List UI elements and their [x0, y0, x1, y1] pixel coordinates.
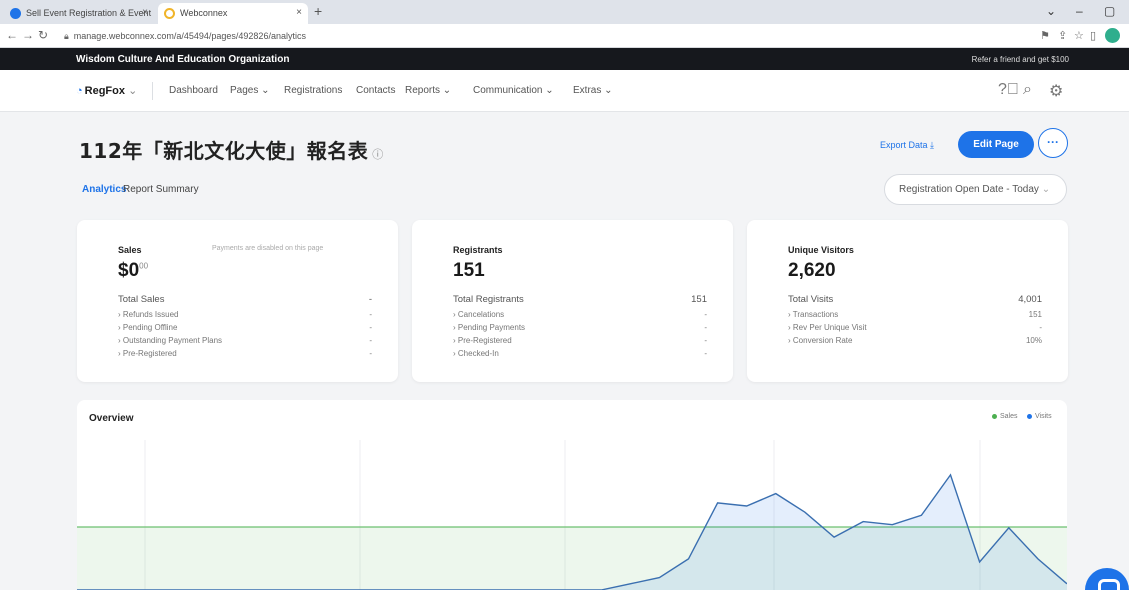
total-registrants-row: Total Registrants 151: [453, 294, 707, 305]
registrants-card: Registrants 151 Total Registrants 151 › C…: [412, 220, 733, 382]
bookmark-star-icon[interactable]: ☆: [1074, 29, 1084, 42]
refer-link[interactable]: Refer a friend and get $100: [972, 55, 1069, 64]
profile-avatar[interactable]: [1105, 28, 1120, 43]
card-title: Registrants: [453, 245, 503, 255]
list-item: › Pre-Registered -: [453, 336, 707, 345]
list-item: › Transactions 151: [788, 310, 1042, 319]
gear-icon[interactable]: ⚙: [1049, 81, 1063, 101]
url-field[interactable]: 🔒︎ manage.webconnex.com/a/45494/pages/492…: [64, 28, 1044, 44]
list-item: › Pending Payments -: [453, 323, 707, 332]
nav-reports[interactable]: Reports ⌄: [405, 85, 451, 96]
overview-chart: [77, 440, 1067, 590]
list-item: › Pre-Registered -: [118, 349, 372, 358]
nav-pages[interactable]: Pages ⌄: [230, 85, 270, 96]
nav-contacts[interactable]: Contacts: [356, 85, 395, 96]
chat-button[interactable]: [1085, 568, 1129, 590]
list-item: › Checked-In -: [453, 349, 707, 358]
back-icon[interactable]: ←: [6, 28, 18, 42]
close-icon[interactable]: ×: [142, 7, 148, 18]
legend-visits[interactable]: Visits: [1027, 413, 1052, 420]
browser-tab[interactable]: Sell Event Registration & Event ... ×: [4, 3, 154, 24]
tab-search-icon[interactable]: ⌄: [1046, 4, 1056, 18]
legend-dot: [992, 413, 997, 419]
list-item: › Outstanding Payment Plans -: [118, 336, 372, 345]
main-nav: ◔ RegFox ⌄ Dashboard Pages ⌄ Registration…: [0, 70, 1129, 112]
chevron-down-icon: ⌄: [128, 85, 138, 97]
nav-dashboard[interactable]: Dashboard: [169, 85, 218, 96]
overview-chart-card: Overview Sales Visits: [77, 400, 1067, 590]
lock-icon: 🔒︎: [64, 31, 69, 41]
sidebar-icon[interactable]: ▯: [1090, 29, 1096, 42]
card-value: $000: [118, 260, 149, 281]
sales-card: Sales Payments are disabled on this page…: [77, 220, 398, 382]
reload-icon[interactable]: ↻: [38, 28, 48, 42]
more-options-button[interactable]: ···: [1038, 128, 1068, 158]
chevron-down-icon: ⌄: [1041, 184, 1051, 195]
chevron-down-icon: ⌄: [604, 85, 613, 96]
maximize-icon[interactable]: ▢: [1104, 4, 1115, 18]
unique-visitors-card: Unique Visitors 2,620 Total Visits 4,001 …: [747, 220, 1068, 382]
search-icon[interactable]: ⌕: [1023, 81, 1032, 99]
close-icon[interactable]: ×: [296, 7, 302, 18]
new-tab-button[interactable]: +: [314, 3, 322, 19]
card-note: Payments are disabled on this page: [212, 245, 324, 252]
download-icon: ⤓: [930, 140, 935, 150]
tab-analytics[interactable]: Analytics: [82, 184, 126, 195]
total-visits-row: Total Visits 4,001: [788, 294, 1042, 305]
regfox-logo-icon: ◔: [76, 85, 83, 97]
list-item: › Refunds Issued -: [118, 310, 372, 319]
browser-tab-active[interactable]: Webconnex ×: [158, 3, 308, 24]
legend-sales[interactable]: Sales: [992, 413, 1018, 420]
card-value: 151: [453, 260, 485, 281]
regfox-favicon-icon: [10, 8, 21, 19]
share-icon[interactable]: ⇪: [1058, 29, 1067, 42]
total-sales-row: Total Sales -: [118, 294, 372, 305]
tab-label: Sell Event Registration & Event ...: [26, 8, 154, 18]
logo-text: RegFox: [84, 85, 125, 97]
list-item: › Rev Per Unique Visit -: [788, 323, 1042, 332]
nav-divider: [152, 82, 153, 100]
loading-favicon-icon: [164, 8, 175, 19]
org-name[interactable]: Wisdom Culture And Education Organizatio…: [76, 54, 289, 65]
list-item: › Pending Offline -: [118, 323, 372, 332]
edit-page-button[interactable]: Edit Page: [958, 131, 1034, 158]
date-range-select[interactable]: Registration Open Date - Today ⌄: [884, 174, 1067, 205]
tab-report-summary[interactable]: Report Summary: [123, 184, 199, 195]
legend-dot: [1027, 413, 1032, 419]
org-bar: Wisdom Culture And Education Organizatio…: [0, 48, 1129, 70]
chevron-down-icon: ⌄: [545, 85, 554, 96]
nav-registrations[interactable]: Registrations: [284, 85, 342, 96]
tab-label: Webconnex: [180, 8, 228, 18]
nav-communication[interactable]: Communication ⌄: [473, 85, 554, 96]
chevron-down-icon: ⌄: [442, 85, 452, 96]
card-title: Sales: [118, 245, 142, 255]
chevron-down-icon: ⌄: [261, 85, 270, 96]
chart-title: Overview: [89, 413, 134, 424]
list-item: › Conversion Rate 10%: [788, 336, 1042, 345]
nav-extras[interactable]: Extras ⌄: [573, 85, 613, 96]
page-title: 112年「新北文化大使」報名表 ⓘ: [79, 139, 384, 163]
extension-icon[interactable]: ⚑: [1040, 29, 1050, 42]
browser-tab-bar: Sell Event Registration & Event ... × We…: [0, 0, 1129, 24]
export-data-link[interactable]: Export Data ⤓: [880, 140, 934, 151]
regfox-logo[interactable]: ◔ RegFox ⌄: [76, 84, 137, 97]
url-text: manage.webconnex.com/a/45494/pages/49282…: [73, 31, 306, 41]
info-icon[interactable]: ⓘ: [372, 148, 384, 161]
address-bar: ← → ↻ 🔒︎ manage.webconnex.com/a/45494/pag…: [0, 24, 1129, 48]
forward-icon[interactable]: →: [22, 28, 34, 42]
card-title: Unique Visitors: [788, 245, 854, 255]
minimize-icon[interactable]: –: [1076, 4, 1083, 18]
list-item: › Cancelations -: [453, 310, 707, 319]
help-icon[interactable]: ?⃝: [998, 81, 1019, 99]
card-value: 2,620: [788, 260, 836, 281]
